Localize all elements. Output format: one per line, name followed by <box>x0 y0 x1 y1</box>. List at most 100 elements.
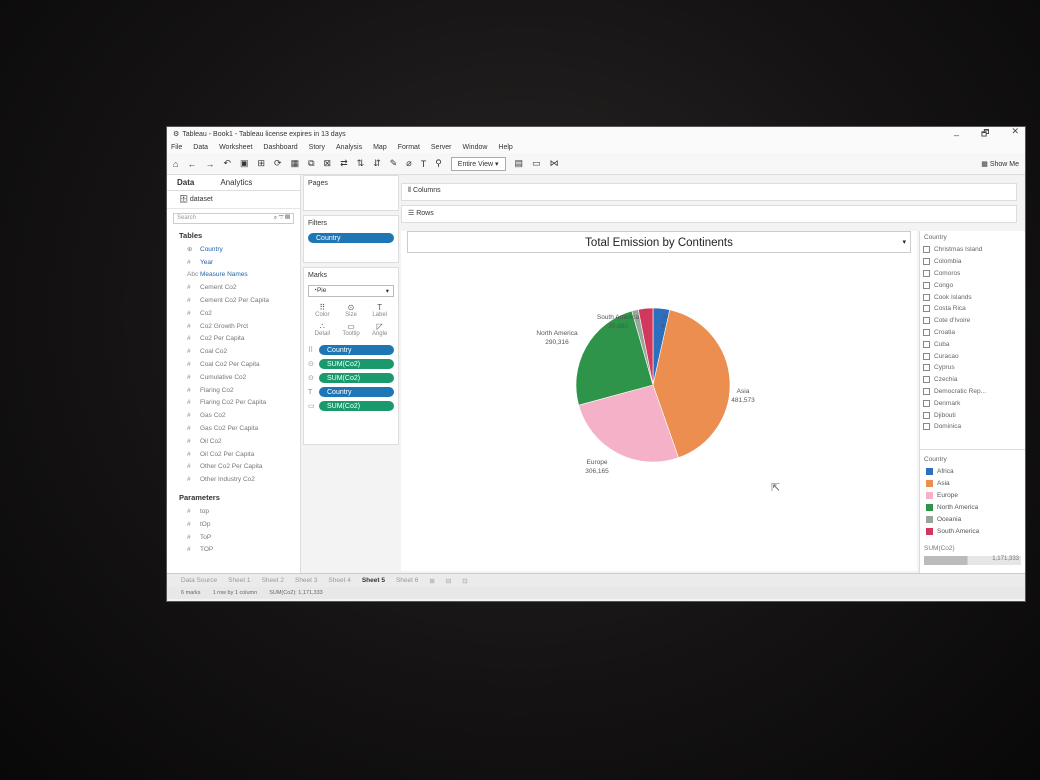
datasource-item[interactable]: 🗄 dataset <box>167 191 300 209</box>
menu-map[interactable]: Map <box>373 144 387 151</box>
sort-desc-icon[interactable]: ⇵ <box>373 158 381 169</box>
country-filter-item[interactable]: Cuba <box>920 338 1025 350</box>
color-button[interactable]: ⠿ Color <box>308 303 337 318</box>
new-dashboard-icon[interactable]: ⊟ <box>446 577 451 585</box>
minimize-button[interactable]: _ <box>954 127 959 142</box>
show-me-button[interactable]: ▦ Show Me <box>981 160 1019 168</box>
new-worksheet-icon[interactable]: ▦ <box>291 158 300 169</box>
group-icon[interactable]: ⌀ <box>406 158 411 169</box>
field-search-input[interactable]: Search ⌕ ▽ ▥ <box>173 213 294 224</box>
country-filter-item[interactable]: Democratic Rep... <box>920 386 1025 398</box>
field-item[interactable]: # Coal Co2 <box>167 345 300 358</box>
restore-button[interactable]: 🗗 <box>981 127 989 142</box>
checkbox[interactable] <box>923 246 930 254</box>
tooltip-button[interactable]: ▭ Tooltip <box>337 322 366 337</box>
legend-item[interactable]: Africa <box>920 465 1025 477</box>
new-datasource-icon[interactable]: ⊞ <box>258 158 266 169</box>
mark-pill[interactable]: SUM(Co2) <box>319 401 394 411</box>
mark-pill[interactable]: Country <box>319 345 394 355</box>
columns-shelf[interactable]: ⦀ Columns <box>401 183 1017 201</box>
field-item[interactable]: # Coal Co2 Per Capita <box>167 358 300 371</box>
field-item[interactable]: # Co2 Growth Prct <box>167 320 300 333</box>
back-icon[interactable]: ← <box>187 159 196 169</box>
angle-button[interactable]: ◸ Angle <box>365 322 394 337</box>
country-filter-item[interactable]: Czechia <box>920 374 1025 386</box>
country-filter-item[interactable]: Curacao <box>920 350 1025 362</box>
save-icon[interactable]: ▣ <box>240 158 249 169</box>
menu-story[interactable]: Story <box>309 144 325 151</box>
checkbox[interactable] <box>923 269 930 277</box>
menu-analysis[interactable]: Analysis <box>336 144 362 151</box>
field-item[interactable]: # Flaring Co2 <box>167 384 300 397</box>
parameter-item[interactable]: # TOP <box>167 544 300 557</box>
new-sheet-icon[interactable]: ⊞ <box>429 577 434 585</box>
country-filter-item[interactable]: Cyprus <box>920 362 1025 374</box>
menu-server[interactable]: Server <box>431 144 452 151</box>
field-item[interactable]: # Cement Co2 <box>167 281 300 294</box>
country-filter-item[interactable]: Croatia <box>920 327 1025 339</box>
checkbox[interactable] <box>923 317 930 325</box>
checkbox[interactable] <box>923 258 930 266</box>
mark-pill[interactable]: Country <box>319 387 394 397</box>
checkbox[interactable] <box>923 328 930 336</box>
close-button[interactable]: ✕ <box>1011 127 1019 142</box>
checkbox[interactable] <box>923 364 930 372</box>
sort-asc-icon[interactable]: ⇅ <box>357 158 365 169</box>
duplicate-icon[interactable]: ⧉ <box>308 158 314 169</box>
field-item[interactable]: # Flaring Co2 Per Capita <box>167 397 300 410</box>
undo-icon[interactable]: ↶ <box>223 158 231 169</box>
detail-button[interactable]: ∴ Detail <box>308 322 337 337</box>
forward-icon[interactable]: → <box>205 159 214 169</box>
tab-sheet-4[interactable]: Sheet 4 <box>328 577 350 584</box>
parameter-item[interactable]: # top <box>167 505 300 518</box>
country-filter-item[interactable]: Djibouti <box>920 409 1025 421</box>
clear-icon[interactable]: ⊠ <box>324 158 332 169</box>
tab-data-source[interactable]: Data Source <box>181 577 217 584</box>
pages-card[interactable]: Pages <box>303 175 399 211</box>
country-filter-item[interactable]: Dominica <box>920 421 1025 433</box>
country-filter-item[interactable]: Christmas Island <box>920 244 1025 256</box>
legend-item[interactable]: North America <box>920 501 1025 513</box>
new-story-icon[interactable]: ⊡ <box>462 577 467 585</box>
field-item[interactable]: # Oil Co2 Per Capita <box>167 448 300 461</box>
highlight-icon[interactable]: ✎ <box>390 158 398 169</box>
legend-item[interactable]: Europe <box>920 489 1025 501</box>
legend-item[interactable]: Oceania <box>920 513 1025 525</box>
home-icon[interactable]: ⌂ <box>173 159 178 169</box>
parameter-item[interactable]: # tOp <box>167 518 300 531</box>
filter-pill-country[interactable]: Country <box>308 233 394 243</box>
tab-sheet-3[interactable]: Sheet 3 <box>295 577 317 584</box>
field-item[interactable]: # Other Co2 Per Capita <box>167 461 300 474</box>
checkbox[interactable] <box>923 340 930 348</box>
checkbox[interactable] <box>923 281 930 289</box>
checkbox[interactable] <box>923 305 930 313</box>
legend-item[interactable]: South America <box>920 525 1025 537</box>
label-button[interactable]: T Label <box>365 303 394 318</box>
menu-window[interactable]: Window <box>463 144 488 151</box>
menu-format[interactable]: Format <box>398 144 420 151</box>
menu-worksheet[interactable]: Worksheet <box>219 144 252 151</box>
checkbox[interactable] <box>923 423 930 431</box>
rows-shelf[interactable]: ☰ Rows <box>401 205 1017 223</box>
country-filter-item[interactable]: Denmark <box>920 397 1025 409</box>
field-item[interactable]: # Gas Co2 Per Capita <box>167 422 300 435</box>
label-icon[interactable]: T <box>421 159 427 169</box>
tab-data[interactable]: Data <box>177 178 194 187</box>
field-item[interactable]: # Cement Co2 Per Capita <box>167 294 300 307</box>
mark-pill[interactable]: SUM(Co2) <box>319 373 394 383</box>
checkbox[interactable] <box>923 387 930 395</box>
swap-icon[interactable]: ⇄ <box>340 158 348 169</box>
presentation-icon[interactable]: ▭ <box>532 158 541 169</box>
tab-sheet-6[interactable]: Sheet 6 <box>396 577 418 584</box>
checkbox[interactable] <box>923 399 930 407</box>
legend-item[interactable]: Asia <box>920 477 1025 489</box>
menu-file[interactable]: File <box>171 144 182 151</box>
checkbox[interactable] <box>923 352 930 360</box>
menu-dashboard[interactable]: Dashboard <box>263 144 297 151</box>
country-filter-item[interactable]: Colombia <box>920 256 1025 268</box>
filters-card[interactable]: Filters Country <box>303 215 399 263</box>
field-item[interactable]: # Oil Co2 <box>167 435 300 448</box>
field-item[interactable]: # Co2 Per Capita <box>167 333 300 346</box>
field-item[interactable]: ⊕ Country <box>167 243 300 256</box>
field-item[interactable]: Abc Measure Names <box>167 269 300 282</box>
